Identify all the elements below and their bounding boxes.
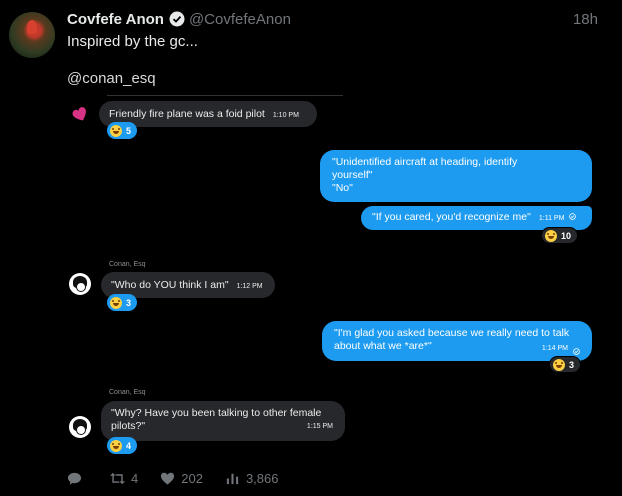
reply-button[interactable] [67,471,88,486]
reaction-badge[interactable]: 3 [549,356,582,373]
sender-name: Conan, Esq [109,261,146,268]
laugh-emoji-icon [110,296,122,309]
reaction-badge[interactable]: 10 [541,227,579,244]
reaction-count: 4 [126,440,132,451]
laugh-emoji-icon [553,358,565,371]
retweet-icon [110,472,125,485]
message-time: 1:15 PM [306,423,333,430]
message-line: "Unidentified aircraft at heading, ident… [332,156,518,168]
tweet-text: Inspired by the gc... [67,33,198,50]
check-circle-icon [573,348,580,355]
reaction-badge[interactable]: 5 [107,122,138,139]
like-count: 202 [181,471,203,486]
conan-avatar[interactable] [69,416,91,438]
reaction-count: 10 [561,230,572,241]
laugh-emoji-icon [110,124,122,137]
message-line: "I'm glad you asked because we really ne… [334,327,570,339]
heart-avatar-icon [72,107,86,121]
chat-screenshot[interactable]: Friendly fire plane was a foid pilot 1:10… [67,90,607,460]
reaction-count: 3 [569,359,575,370]
laugh-emoji-icon [110,439,122,452]
sender-name: Conan, Esq [109,389,146,396]
views-button[interactable]: 3,866 [225,471,279,486]
mention-text[interactable]: @conan_esq [67,70,156,87]
views-count: 3,866 [245,471,279,486]
message-line: pilots?" [111,420,146,432]
divider [107,95,343,96]
conan-avatar[interactable] [69,273,91,295]
reaction-count: 5 [126,125,132,136]
author-name[interactable]: Covfefe Anon [67,11,164,28]
verified-icon [169,11,185,27]
tweet-header: Covfefe Anon @CovfefeAnon 18h [67,9,598,29]
check-circle-icon [569,213,577,220]
retweet-count: 4 [131,471,139,486]
like-icon [161,472,175,485]
views-icon [226,473,239,485]
message-bubble[interactable]: "Why? Have you been talking to other fem… [101,401,345,441]
message-time: 1:12 PM [236,283,263,290]
reply-icon [67,472,82,485]
reaction-badge[interactable]: 3 [107,294,138,311]
message-time: 1:10 PM [272,112,299,119]
tweet-time[interactable]: 18h [573,11,598,28]
laugh-emoji-icon [545,229,557,242]
author-handle[interactable]: @CovfefeAnon [189,11,291,28]
reaction-badge[interactable]: 4 [107,437,138,454]
message-text: Friendly fire plane was a foid pilot [109,108,265,120]
like-button[interactable]: 202 [160,471,203,486]
message-line: "Why? Have you been talking to other fem… [111,407,322,419]
message-time: 1:14 PM [541,345,568,352]
message-bubble[interactable]: "I'm glad you asked because we really ne… [322,321,592,361]
tweet-actions: 4 202 3,866 [67,471,300,486]
message-text: "If you cared, you'd recognize me" [372,211,531,223]
reaction-count: 3 [126,297,132,308]
message-text: "Who do YOU think I am" [111,279,229,291]
message-time: 1:11 PM [538,215,565,222]
message-bubble[interactable]: "Unidentified aircraft at heading, ident… [320,150,592,202]
message-line: yourself" [332,169,373,181]
author-avatar[interactable] [9,12,55,58]
message-line: "No" [332,182,353,194]
retweet-button[interactable]: 4 [110,471,138,486]
